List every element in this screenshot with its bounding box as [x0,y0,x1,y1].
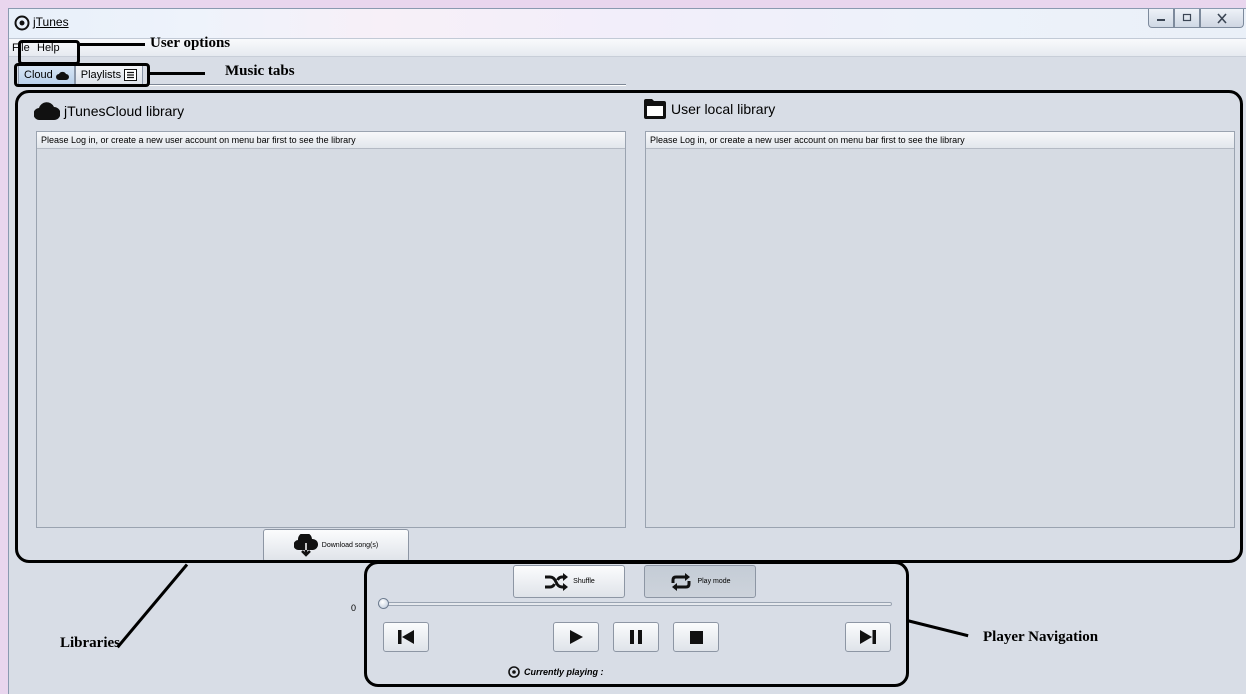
annotation-user-options: User options [150,35,231,51]
annotation-box-user-options [18,40,80,65]
annotation-music-tabs: Music tabs [225,63,295,79]
window-controls [1148,9,1244,28]
maximize-button[interactable] [1174,9,1200,28]
close-icon [1217,12,1227,24]
close-button[interactable] [1200,9,1244,28]
app-logo-icon [14,15,30,31]
time-position: 0 [351,603,357,613]
minimize-icon [1157,19,1165,21]
annotation-box-player-navigation [364,561,909,687]
annotation-line-music-tabs [150,72,205,75]
window-title: jTunes [33,15,69,29]
maximize-icon [1182,13,1192,22]
annotation-line-user-options [80,43,145,46]
minimize-button[interactable] [1148,9,1174,28]
annotation-box-music-tabs [14,63,150,87]
annotation-player-navigation: Player Navigation [983,629,1099,645]
annotation-libraries: Libraries [60,635,120,651]
annotation-box-libraries [15,90,1243,563]
